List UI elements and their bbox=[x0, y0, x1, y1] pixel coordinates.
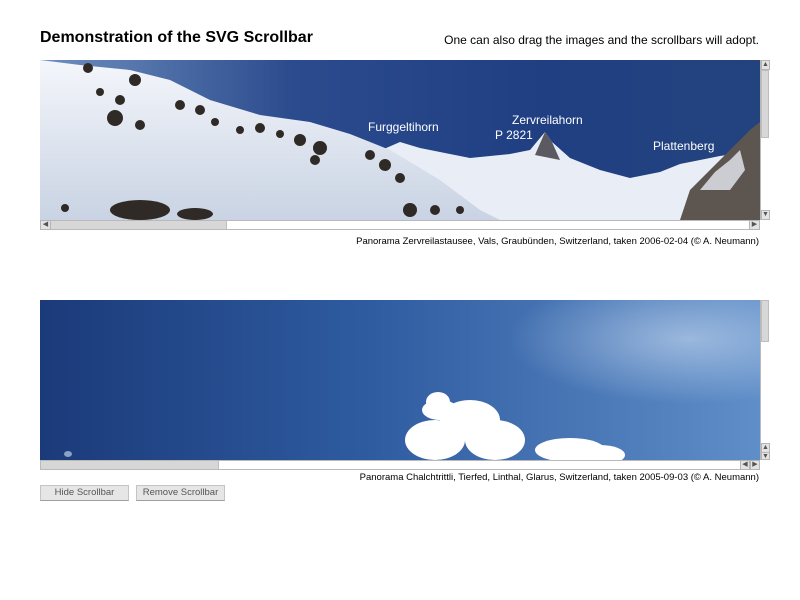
arrow-right-icon: ▶ bbox=[752, 461, 758, 468]
peak-label-plattenberg: Plattenberg bbox=[653, 139, 715, 153]
scrollbar-corner-2 bbox=[760, 460, 769, 470]
scroll-right-button[interactable]: ▶ bbox=[749, 220, 760, 230]
scroll-left-button-2[interactable]: ◀ bbox=[740, 460, 750, 470]
scroll-left-button[interactable]: ◀ bbox=[40, 220, 51, 230]
panorama-chalchtrittli-graphic bbox=[40, 300, 760, 460]
vertical-scroll-thumb[interactable] bbox=[761, 70, 769, 138]
horizontal-scrollbar-2[interactable]: ◀ ▶ bbox=[40, 460, 760, 470]
arrow-up-icon: ▲ bbox=[762, 61, 769, 68]
hide-scrollbar-button[interactable]: Hide Scrollbar bbox=[40, 485, 129, 501]
horizontal-scroll-thumb-2[interactable] bbox=[41, 461, 219, 469]
horizontal-scrollbar[interactable]: ◀ ▶ bbox=[40, 220, 760, 230]
panorama-viewer-chalchtrittli: ▲ ▼ ◀ ▶ bbox=[40, 300, 770, 470]
arrow-right-icon: ▶ bbox=[751, 221, 758, 228]
scroll-up-button[interactable]: ▲ bbox=[761, 60, 770, 70]
panorama-caption-zervreila: Panorama Zervreilastausee, Vals, Graubün… bbox=[356, 236, 759, 247]
vertical-scroll-track-2[interactable] bbox=[761, 300, 769, 450]
arrow-left-icon: ◀ bbox=[42, 221, 49, 228]
vertical-scroll-track[interactable] bbox=[761, 70, 769, 210]
scroll-down-button[interactable]: ▼ bbox=[761, 210, 770, 220]
panorama-image-zervreila[interactable]: Furggeltihorn Zervreilahorn P 2821 Platt… bbox=[40, 60, 760, 220]
peak-label-zervreilahorn: Zervreilahorn bbox=[512, 113, 583, 127]
arrow-up-icon: ▲ bbox=[762, 444, 769, 451]
arrow-down-icon: ▼ bbox=[762, 211, 769, 218]
horizontal-scroll-thumb[interactable] bbox=[51, 221, 227, 229]
vertical-scrollbar[interactable]: ▲ ▼ bbox=[760, 60, 770, 220]
page-title: Demonstration of the SVG Scrollbar bbox=[40, 29, 313, 46]
peak-label-p2821: P 2821 bbox=[495, 128, 533, 142]
drag-hint: One can also drag the images and the scr… bbox=[444, 33, 759, 47]
arrow-down-icon: ▼ bbox=[762, 453, 769, 460]
panorama-image-chalchtrittli[interactable] bbox=[40, 300, 760, 460]
vertical-scrollbar-2[interactable]: ▲ ▼ bbox=[760, 300, 770, 460]
vertical-scroll-thumb-2[interactable] bbox=[761, 300, 769, 342]
scroll-right-button-2[interactable]: ▶ bbox=[750, 460, 760, 470]
scroll-down-button-2[interactable]: ▼ bbox=[761, 452, 770, 460]
peak-label-furggeltihorn: Furggeltihorn bbox=[368, 120, 439, 134]
panorama-viewer-zervreila: Furggeltihorn Zervreilahorn P 2821 Platt… bbox=[40, 60, 770, 230]
panorama-zervreila-graphic bbox=[40, 60, 760, 220]
arrow-left-icon: ◀ bbox=[742, 461, 748, 468]
scrollbar-corner bbox=[760, 220, 769, 230]
panorama-caption-chalchtrittli: Panorama Chalchtrittli, Tierfed, Linthal… bbox=[359, 472, 759, 483]
remove-scrollbar-button[interactable]: Remove Scrollbar bbox=[136, 485, 225, 501]
